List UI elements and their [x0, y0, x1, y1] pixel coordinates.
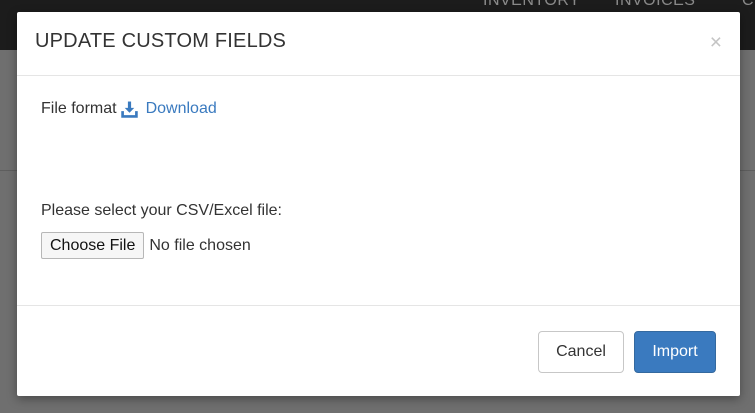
file-format-label: File format	[41, 100, 117, 117]
download-icon[interactable]	[120, 101, 138, 118]
choose-file-button[interactable]: Choose File	[41, 232, 145, 259]
import-button[interactable]: Import	[634, 331, 716, 373]
modal-title: UPDATE CUSTOM FIELDS	[35, 30, 287, 52]
nav-item-inventory[interactable]: INVENTORY	[483, 0, 580, 10]
update-custom-fields-modal: UPDATE CUSTOM FIELDS × File format Downl…	[17, 12, 740, 396]
modal-footer: Cancel Import	[17, 305, 740, 396]
nav-item-invoices[interactable]: INVOICES	[615, 0, 695, 10]
close-icon[interactable]: ×	[710, 32, 722, 53]
cancel-button[interactable]: Cancel	[538, 331, 624, 373]
select-file-label: Please select your CSV/Excel file:	[41, 202, 282, 219]
file-status-text: No file chosen	[149, 236, 251, 254]
file-format-row: File format Download	[41, 100, 217, 118]
download-link[interactable]: Download	[146, 100, 217, 118]
file-input-row: Choose File No file chosen	[41, 232, 251, 259]
modal-header: UPDATE CUSTOM FIELDS ×	[17, 12, 740, 76]
nav-item-partial[interactable]: CU	[742, 0, 755, 10]
